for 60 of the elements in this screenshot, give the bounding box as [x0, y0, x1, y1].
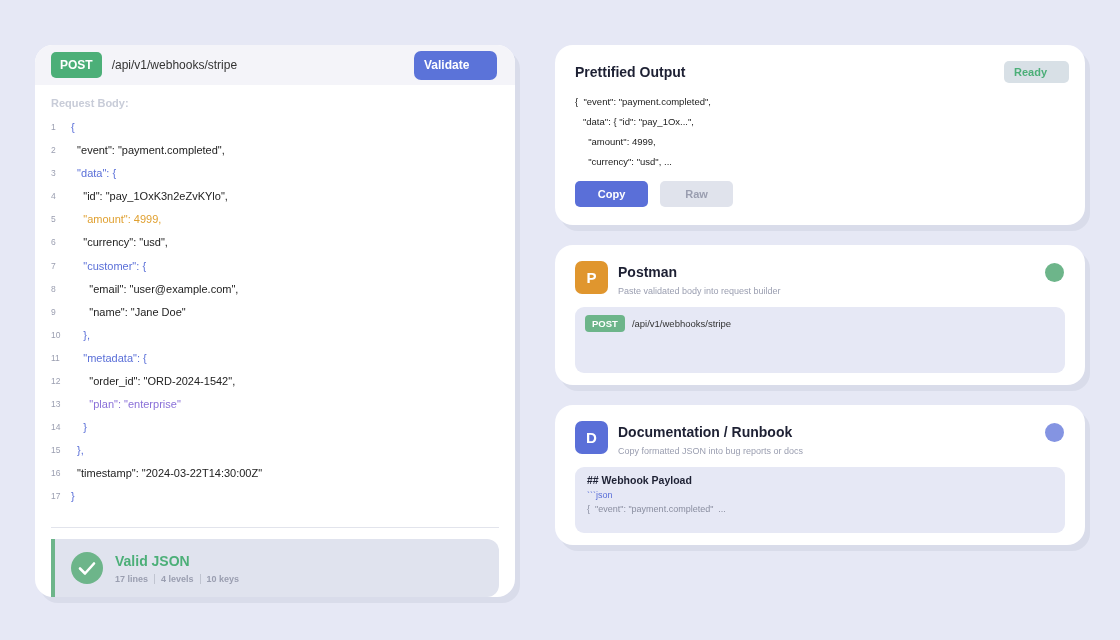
endpoint-path: /api/v1/webhooks/stripe: [111, 58, 239, 73]
code-line: "id": "pay_1OxK3n2eZvKYlo",: [82, 190, 228, 203]
code-line: "customer": {: [82, 259, 147, 272]
validation-title: Valid JSON: [115, 552, 191, 569]
code-line: "metadata": {: [82, 351, 147, 364]
code-line: "email": "user@example.com",: [88, 282, 239, 295]
code-line: "currency": "usd", ...: [587, 155, 673, 169]
card-title: Documentation / Runbook: [618, 424, 794, 440]
check-icon: [71, 552, 103, 584]
code-line: "currency": "usd",: [82, 236, 168, 249]
code-line: "name": "Jane Doe": [88, 305, 186, 318]
code-line: "amount": 4999,: [587, 135, 657, 149]
stat-text: 17 lines: [115, 573, 149, 584]
app-badge: D: [575, 421, 608, 454]
line-number: 10: [51, 329, 62, 340]
card-subtitle: Paste validated body into request builder: [618, 286, 782, 296]
code-line: },: [76, 444, 84, 457]
line-number: 11: [51, 352, 61, 363]
code-line: "amount": 4999,: [82, 213, 162, 226]
line-number: 1: [51, 121, 57, 132]
code-line: "data": { "id": "pay_1Ox...",: [581, 115, 695, 129]
card-title: Postman: [618, 264, 679, 280]
card-subtitle: Copy formatted JSON into bug reports or docs: [618, 446, 805, 456]
line-number: 13: [51, 399, 62, 410]
method-badge: POST: [585, 315, 625, 332]
code-line: { "event": "payment.completed",: [575, 95, 712, 109]
line-number: 7: [51, 260, 57, 271]
code-line: "order_id": "ORD-2024-1542",: [88, 375, 236, 387]
code-line: "timestamp": "2024-03-22T14:30:00Z": [76, 467, 263, 480]
code-line: "data": {: [76, 167, 117, 180]
line-number: 5: [51, 214, 57, 225]
stat-text: 4 levels: [161, 573, 194, 584]
line-number: 14: [51, 422, 62, 433]
line-number: 15: [51, 445, 62, 456]
code-line: { "event": "payment.completed" ...: [587, 504, 727, 514]
method-badge: POST: [51, 52, 102, 79]
code-fence: ```json: [587, 490, 614, 500]
card-title: Prettified Output: [575, 64, 686, 80]
code-line: },: [82, 328, 90, 341]
line-number: 4: [51, 191, 57, 202]
status-badge: Ready: [1004, 61, 1069, 83]
endpoint-path: /api/v1/webhooks/stripe: [631, 317, 732, 329]
line-number: 3: [51, 168, 57, 179]
line-number: 8: [51, 283, 57, 294]
line-number: 6: [51, 237, 57, 248]
app-badge: P: [575, 261, 608, 294]
stat-text: 10 keys: [206, 573, 240, 584]
code-line: }: [82, 421, 87, 434]
line-number: 2: [51, 145, 57, 156]
line-number: 17: [51, 491, 62, 502]
line-number: 16: [51, 468, 62, 479]
code-line: "plan": "enterprise": [88, 398, 181, 411]
copy-button[interactable]: Copy: [575, 181, 648, 207]
code-line: {: [71, 120, 75, 133]
code-line: }: [71, 490, 75, 503]
code-line: "event": "payment.completed",: [76, 144, 225, 157]
markdown-heading: ## Webhook Payload: [587, 474, 693, 486]
line-number: 9: [51, 306, 57, 317]
validate-button[interactable]: Validate: [414, 50, 497, 80]
line-number: 12: [51, 376, 62, 386]
